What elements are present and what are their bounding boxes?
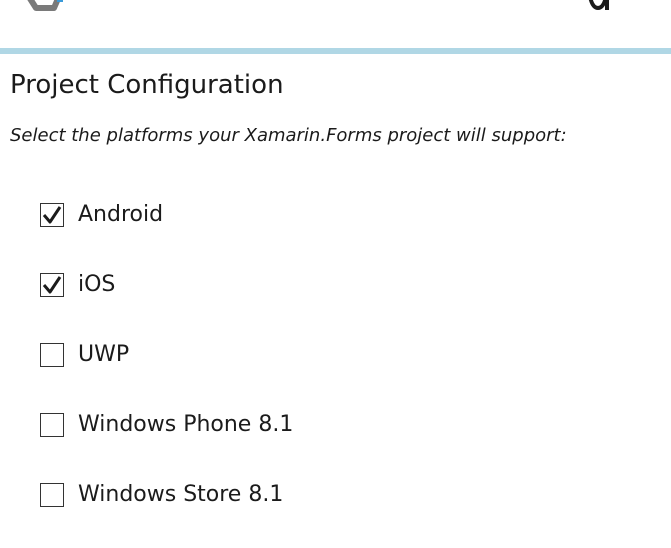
windows-phone-checkbox[interactable] bbox=[40, 413, 64, 437]
platform-option-windows-store[interactable]: Windows Store 8.1 bbox=[40, 478, 293, 512]
platform-label: iOS bbox=[78, 272, 116, 297]
uwp-checkbox[interactable] bbox=[40, 343, 64, 367]
platform-option-android[interactable]: Android bbox=[40, 198, 293, 232]
checkmark-icon bbox=[42, 276, 62, 294]
header-title-fragment-icon bbox=[588, 0, 609, 11]
platform-label: Android bbox=[78, 202, 164, 227]
xamarin-logo-icon bbox=[27, 0, 63, 11]
ios-checkbox[interactable] bbox=[40, 273, 64, 297]
platform-instructions: Select the platforms your Xamarin.Forms … bbox=[10, 125, 567, 146]
android-checkbox[interactable] bbox=[40, 203, 64, 227]
platform-label: Windows Store 8.1 bbox=[78, 482, 284, 507]
platform-option-ios[interactable]: iOS bbox=[40, 268, 293, 302]
dialog-header bbox=[0, 0, 671, 48]
platform-label: UWP bbox=[78, 342, 130, 367]
platform-option-uwp[interactable]: UWP bbox=[40, 338, 293, 372]
windows-store-checkbox[interactable] bbox=[40, 483, 64, 507]
page-title: Project Configuration bbox=[10, 70, 284, 100]
platform-label: Windows Phone 8.1 bbox=[78, 412, 294, 437]
platform-list: Android iOS UWP Windows Phone 8.1 Window… bbox=[40, 198, 293, 548]
header-divider bbox=[0, 48, 671, 54]
platform-option-windows-phone[interactable]: Windows Phone 8.1 bbox=[40, 408, 293, 442]
checkmark-icon bbox=[42, 206, 62, 224]
